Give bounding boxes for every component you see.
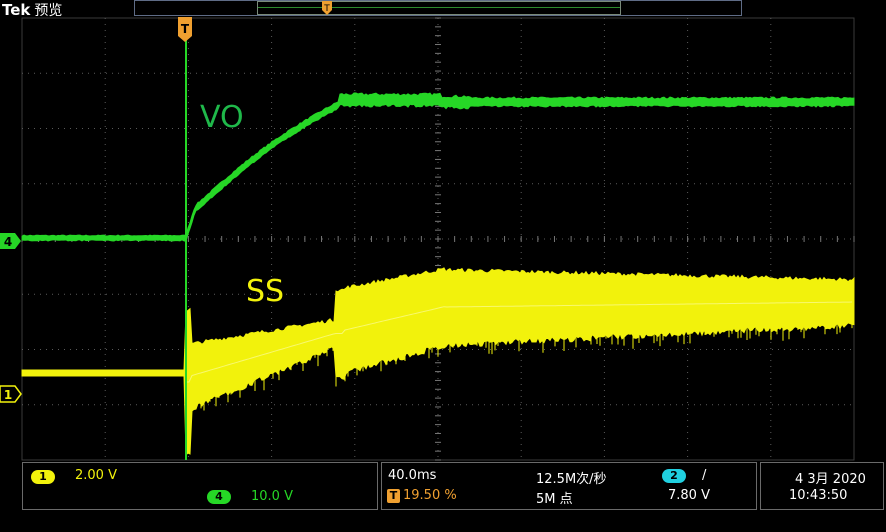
ch1-ground-marker[interactable]: 1 [0, 385, 22, 403]
time: 10:43:50 [789, 488, 848, 503]
record-length[interactable]: 5M 点 [536, 488, 573, 507]
record-trigger-marker: T [322, 1, 332, 15]
sample-rate[interactable]: 12.5M次/秒 [536, 468, 607, 487]
ch1-badge[interactable]: 1 [31, 470, 55, 484]
trigger-level[interactable]: 7.80 V [668, 488, 710, 503]
trigger-position-badge: T [387, 489, 400, 503]
trigger-slope-icon: / [702, 468, 707, 483]
timebase-trigger-panel[interactable]: 40.0ms 12.5M次/秒 2 / T 19.50 % 5M 点 7.80 … [381, 462, 757, 510]
ss-label: SS [246, 274, 285, 309]
trigger-position-marker[interactable]: T [178, 17, 192, 42]
date-time-panel: 4 3月 2020 10:43:50 [760, 462, 884, 510]
ch1-marker-text: 1 [4, 388, 12, 402]
vo-label: VO [200, 100, 244, 135]
ch4-ground-marker[interactable]: 4 [0, 233, 21, 249]
trigger-marker-text: T [181, 22, 190, 36]
timebase[interactable]: 40.0ms [388, 468, 436, 483]
trigger-source-badge[interactable]: 2 [662, 469, 686, 483]
trigger-position[interactable]: 19.50 % [403, 488, 457, 503]
ch4-badge[interactable]: 4 [207, 490, 231, 504]
ch1-scale[interactable]: 2.00 V [75, 468, 117, 483]
channel-scale-panel[interactable]: 1 2.00 V 4 10.0 V [22, 462, 378, 510]
scope-display: T T 4 1 [0, 1, 855, 461]
ch4-marker-text: 4 [4, 235, 12, 249]
record-trigger-text: T [323, 4, 330, 14]
ch4-scale[interactable]: 10.0 V [251, 489, 293, 504]
date: 4 3月 2020 [795, 472, 866, 487]
